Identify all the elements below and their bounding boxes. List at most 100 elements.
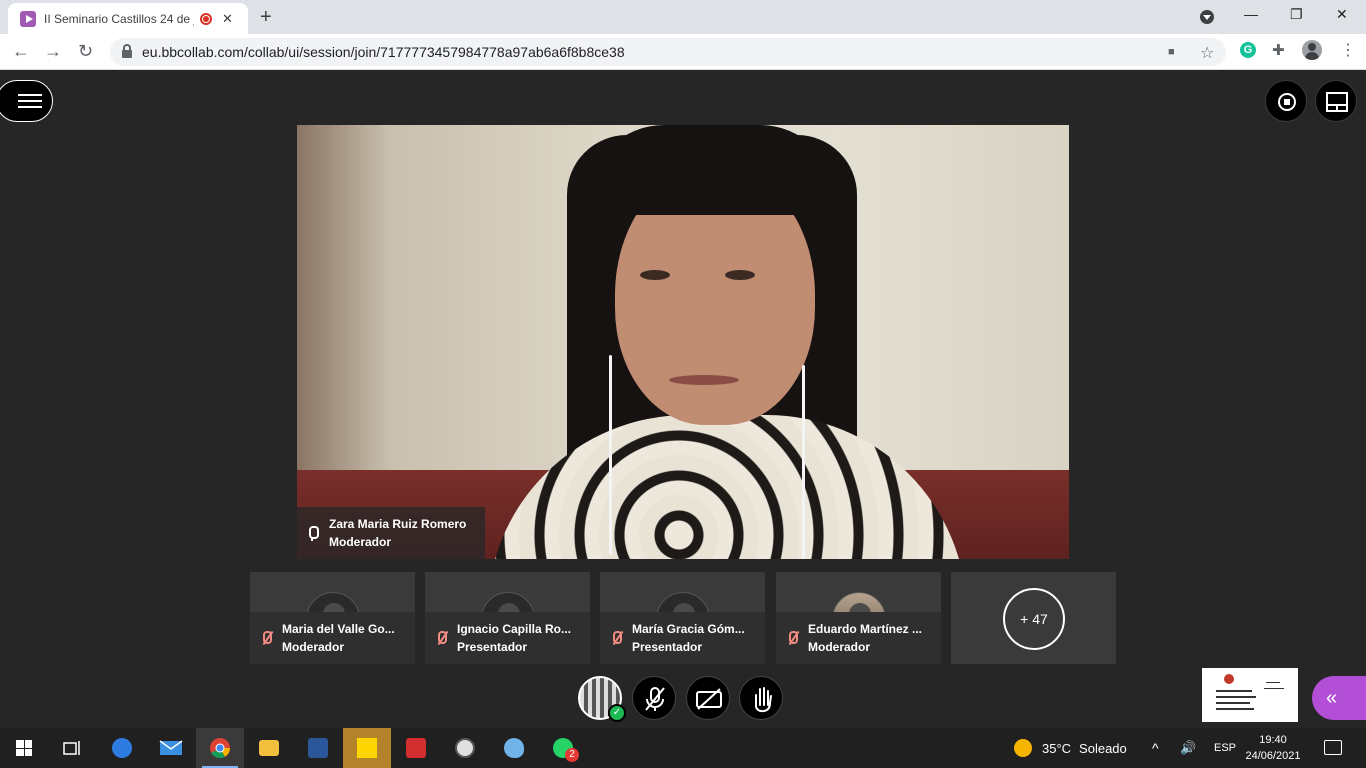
open-collaborate-panel-button[interactable]: « [1312,676,1366,720]
taskbar-app-acrobat[interactable] [392,728,440,768]
tab-search-icon[interactable] [1200,10,1214,24]
show-hidden-icons-button[interactable]: ^ [1152,728,1159,768]
taskbar-app-snipping[interactable] [441,728,489,768]
close-window-button[interactable]: ✕ [1336,6,1348,23]
extensions-puzzle-icon[interactable]: ✚ [1272,41,1285,59]
snip-icon [455,738,475,758]
address-bar[interactable]: eu.bbcollab.com/collab/ui/session/join/7… [110,38,1226,66]
participant-tile[interactable]: Maria del Valle Go... Moderador [250,572,415,664]
acrobat-icon [406,738,426,758]
participant-label: Maria del Valle Go... Moderador [250,612,415,664]
stop-recording-button[interactable] [1265,80,1307,122]
start-button[interactable] [0,728,48,768]
earphone-cable-right [802,365,805,559]
hamburger-icon-line [18,106,42,108]
microphone-off-icon [645,687,665,711]
windows-taskbar: 2 35°C Soleado ^ 🔊 ESP 19:40 24/06/2021 [0,728,1366,768]
taskbar-app-sticky-notes[interactable] [343,728,391,768]
browser-toolbar: ← → ↻ eu.bbcollab.com/collab/ui/session/… [0,34,1366,70]
raise-hand-icon [755,687,772,713]
weather-temperature: 35°C [1042,740,1072,756]
weather-widget[interactable]: 35°C Soleado [1014,728,1127,768]
participant-tile[interactable]: Ignacio Capilla Ro... Presentador [425,572,590,664]
profile-avatar-icon[interactable] [1302,40,1322,60]
cloud-app-icon [112,738,132,758]
presenter-name: Zara Maria Ruiz Romero [329,517,467,531]
tab-title: II Seminario Castillos 24 de ju [44,11,194,26]
hamburger-icon [18,94,42,96]
lock-icon[interactable] [122,44,132,58]
mail-icon [159,740,183,755]
earphone-cable-left [609,355,612,555]
status-check-icon: ✓ [608,704,626,722]
sticky-notes-icon [357,738,377,758]
video-hair-top [587,125,837,215]
participant-tile[interactable]: María Gracia Góm... Presentador [600,572,765,664]
taskbar-app-outlook[interactable] [98,728,146,768]
back-button[interactable]: ← [12,41,30,62]
taskbar-app-mail[interactable] [147,728,195,768]
minimize-button[interactable]: — [1244,6,1258,22]
browser-menu-icon[interactable]: ⋮ [1340,40,1356,60]
windows-logo-icon [16,740,32,756]
browser-tab[interactable]: II Seminario Castillos 24 de ju ✕ [8,3,248,34]
notification-center-icon[interactable] [1324,740,1342,755]
layout-grid-icon [1326,92,1348,112]
session-menu-button[interactable] [0,80,53,122]
clock-time: 19:40 [1259,734,1287,746]
muted-microphone-icon [786,630,800,646]
participant-name: María Gracia Góm... [632,622,745,636]
share-audio-button[interactable] [632,676,676,720]
video-eye-right [725,270,755,280]
tab-close-button[interactable]: ✕ [222,11,233,27]
raise-hand-button[interactable] [739,676,783,720]
video-body [487,415,967,559]
participant-role: Presentador [632,640,703,654]
participant-role: Moderador [808,640,871,654]
participant-name: Maria del Valle Go... [282,622,395,636]
muted-microphone-icon [435,630,449,646]
video-eye-left [640,270,670,280]
participant-tile[interactable]: Eduardo Martínez ... Moderador [776,572,941,664]
shared-content-preview[interactable] [1202,668,1298,722]
more-participants-tile[interactable]: + 47 [951,572,1116,664]
muted-microphone-icon [260,630,274,646]
my-status-button[interactable]: ✓ [578,676,626,722]
share-video-button[interactable] [686,676,730,720]
microphone-icon [307,526,319,541]
taskbar-app-chrome[interactable] [196,728,244,768]
weather-condition: Soleado [1079,740,1127,756]
taskbar-app-paint[interactable] [490,728,538,768]
reload-button[interactable]: ↻ [78,41,93,62]
system-clock[interactable]: 19:40 24/06/2021 [1240,732,1306,764]
slide-text-line [1216,696,1256,698]
input-language-indicator[interactable]: ESP [1214,728,1236,768]
volume-icon[interactable]: 🔊 [1180,728,1196,768]
participant-label: María Gracia Góm... Presentador [600,612,765,664]
camera-in-use-icon[interactable]: ■ [1168,46,1175,58]
participant-role: Presentador [457,640,528,654]
presenter-name-plate: Zara Maria Ruiz Romero Moderador [297,507,485,559]
bookmark-star-icon[interactable]: ☆ [1200,43,1214,63]
stop-icon [1278,93,1296,111]
muted-microphone-icon [610,630,624,646]
taskbar-app-whatsapp[interactable]: 2 [539,728,587,768]
collaborate-favicon-icon [20,10,36,27]
hamburger-icon-line [18,100,42,102]
task-view-icon [63,741,80,755]
participant-role: Moderador [282,640,345,654]
new-tab-button[interactable]: + [260,6,272,29]
slide-text-line [1266,682,1280,683]
forward-button[interactable]: → [44,41,62,62]
task-view-button[interactable] [48,728,96,768]
recording-indicator-icon [200,12,212,25]
url-text: eu.bbcollab.com/collab/ui/session/join/7… [142,44,625,60]
slide-logo-icon [1224,674,1234,684]
chrome-icon [210,738,231,759]
grammarly-extension-icon[interactable]: G [1240,42,1256,58]
taskbar-app-word[interactable] [294,728,342,768]
taskbar-app-file-explorer[interactable] [245,728,293,768]
participant-name: Ignacio Capilla Ro... [457,622,572,636]
change-layout-button[interactable] [1315,80,1357,122]
restore-button[interactable]: ❐ [1290,6,1303,23]
